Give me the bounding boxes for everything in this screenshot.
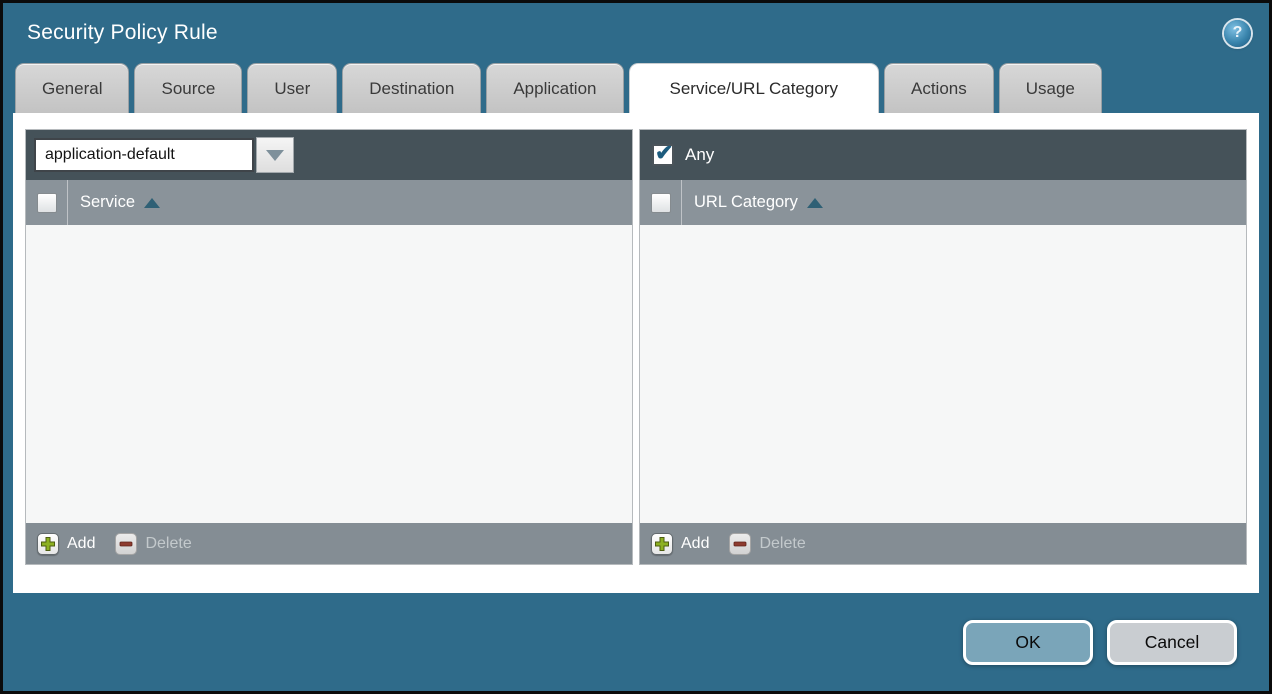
tab-user[interactable]: User bbox=[247, 63, 337, 113]
service-column-label: Service bbox=[80, 193, 135, 212]
security-policy-rule-dialog: Security Policy Rule ? General Source Us… bbox=[0, 0, 1272, 694]
url-any-bar: Any bbox=[640, 130, 1246, 180]
tab-actions[interactable]: Actions bbox=[884, 63, 994, 113]
service-select-all-checkbox[interactable] bbox=[37, 193, 57, 213]
url-add-button[interactable]: Add bbox=[651, 533, 709, 555]
service-delete-label: Delete bbox=[145, 535, 191, 553]
sort-asc-icon bbox=[144, 198, 160, 208]
url-delete-label: Delete bbox=[759, 535, 805, 553]
url-any-checkbox[interactable] bbox=[652, 144, 674, 166]
url-footer: Add Delete bbox=[640, 523, 1246, 564]
tab-content: Service Add bbox=[13, 113, 1259, 593]
service-column-header[interactable]: Service bbox=[68, 180, 160, 225]
tab-usage[interactable]: Usage bbox=[999, 63, 1102, 113]
service-type-bar bbox=[26, 130, 632, 180]
url-column-label: URL Category bbox=[694, 193, 798, 212]
url-category-panel: Any URL Category bbox=[639, 129, 1247, 565]
tab-application[interactable]: Application bbox=[486, 63, 623, 113]
url-column-header[interactable]: URL Category bbox=[682, 180, 823, 225]
dialog-title: Security Policy Rule bbox=[27, 21, 218, 45]
cancel-button[interactable]: Cancel bbox=[1107, 620, 1237, 665]
chevron-down-icon bbox=[266, 150, 284, 161]
add-plus-icon bbox=[37, 533, 59, 555]
service-add-label: Add bbox=[67, 535, 95, 553]
url-delete-button[interactable]: Delete bbox=[729, 533, 805, 555]
add-plus-icon bbox=[651, 533, 673, 555]
tab-source[interactable]: Source bbox=[134, 63, 242, 113]
url-any-label: Any bbox=[685, 145, 714, 165]
service-type-dropdown-button[interactable] bbox=[256, 137, 294, 173]
url-table-header: URL Category bbox=[640, 180, 1246, 225]
tab-service-url-category[interactable]: Service/URL Category bbox=[629, 63, 880, 113]
sort-asc-icon bbox=[807, 198, 823, 208]
delete-minus-icon bbox=[115, 533, 137, 555]
url-select-all-checkbox[interactable] bbox=[651, 193, 671, 213]
dialog-action-bar: OK Cancel bbox=[3, 593, 1269, 665]
url-table-body[interactable] bbox=[640, 225, 1246, 523]
delete-minus-icon bbox=[729, 533, 751, 555]
tab-destination[interactable]: Destination bbox=[342, 63, 481, 113]
service-table-body[interactable] bbox=[26, 225, 632, 523]
tab-bar: General Source User Destination Applicat… bbox=[3, 63, 1269, 113]
url-add-label: Add bbox=[681, 535, 709, 553]
service-footer: Add Delete bbox=[26, 523, 632, 564]
service-header-checkbox-cell bbox=[26, 180, 68, 225]
service-delete-button[interactable]: Delete bbox=[115, 533, 191, 555]
title-bar: Security Policy Rule ? bbox=[3, 3, 1269, 63]
service-type-input[interactable] bbox=[34, 138, 254, 172]
service-panel: Service Add bbox=[25, 129, 633, 565]
service-table-header: Service bbox=[26, 180, 632, 225]
tab-general[interactable]: General bbox=[15, 63, 129, 113]
ok-button[interactable]: OK bbox=[963, 620, 1093, 665]
service-add-button[interactable]: Add bbox=[37, 533, 95, 555]
url-header-checkbox-cell bbox=[640, 180, 682, 225]
help-icon[interactable]: ? bbox=[1224, 20, 1251, 47]
